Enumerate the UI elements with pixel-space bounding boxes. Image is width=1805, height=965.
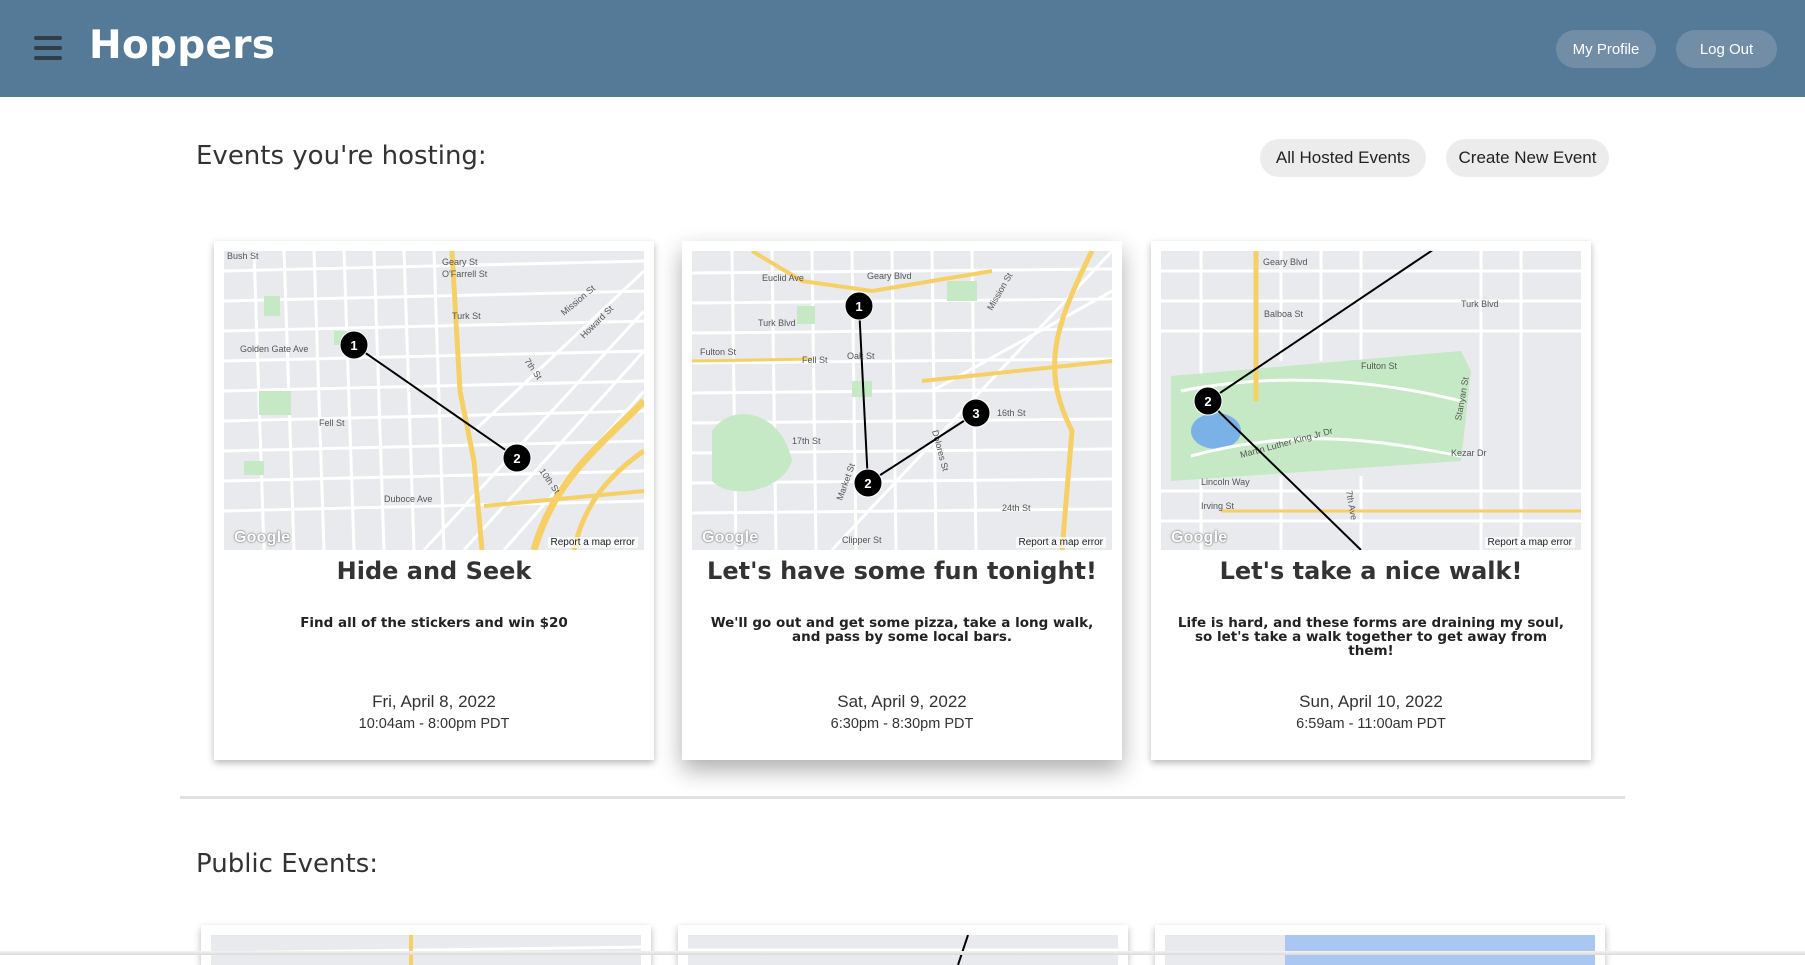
event-map[interactable]: Geary Blvd Balboa St Fulton St Turk Blvd L…	[1161, 251, 1581, 550]
event-card[interactable]: Euclid Ave Geary Blvd Turk Blvd Fulton St …	[682, 241, 1122, 760]
map-marker-label: 1	[350, 338, 357, 353]
svg-text:16th St: 16th St	[997, 408, 1026, 418]
event-map[interactable]: Bush St Geary St O'Farrell St Turk St Gold…	[224, 251, 644, 550]
event-card[interactable]: Bush St Geary St O'Farrell St Turk St Gold…	[214, 241, 654, 760]
my-profile-button[interactable]: My Profile	[1556, 30, 1656, 68]
event-time: 6:59am - 11:00am PDT	[1296, 716, 1446, 732]
svg-text:Fell St: Fell St	[802, 355, 828, 365]
report-map-error-link[interactable]: Report a map error	[547, 537, 638, 548]
svg-text:Bush St: Bush St	[227, 251, 259, 261]
event-time: 6:30pm - 8:30pm PDT	[830, 716, 974, 732]
public-event-card[interactable]	[678, 925, 1128, 965]
public-event-card[interactable]	[201, 925, 651, 965]
log-out-button[interactable]: Log Out	[1676, 30, 1777, 68]
google-logo: Google	[702, 529, 759, 546]
svg-text:Fulton St: Fulton St	[700, 347, 737, 357]
event-date: Sat, April 9, 2022	[837, 692, 967, 711]
report-map-error-link[interactable]: Report a map error	[1015, 537, 1106, 548]
event-date: Fri, April 8, 2022	[372, 692, 496, 711]
map-marker-label: 1	[855, 299, 862, 314]
svg-text:Golden Gate Ave: Golden Gate Ave	[240, 344, 308, 354]
svg-text:O'Farrell St: O'Farrell St	[442, 269, 488, 279]
event-title: Hide and Seek	[336, 557, 532, 585]
public-event-card[interactable]	[1155, 925, 1605, 965]
svg-text:Balboa St: Balboa St	[1264, 309, 1304, 319]
svg-text:17th St: 17th St	[792, 436, 821, 446]
svg-text:Turk Blvd: Turk Blvd	[1461, 299, 1499, 309]
map-marker-label: 3	[972, 406, 979, 421]
hosting-section-title: Events you're hosting:	[196, 141, 487, 171]
event-time: 10:04am - 8:00pm PDT	[358, 716, 510, 732]
svg-text:Duboce Ave: Duboce Ave	[384, 494, 432, 504]
map-marker-label: 2	[513, 451, 520, 466]
svg-text:Fell St: Fell St	[319, 418, 345, 428]
svg-text:24th St: 24th St	[1002, 503, 1031, 513]
google-logo: Google	[1171, 529, 1228, 546]
create-new-event-button[interactable]: Create New Event	[1446, 139, 1609, 177]
all-hosted-events-button[interactable]: All Hosted Events	[1260, 139, 1426, 177]
svg-text:Geary Blvd: Geary Blvd	[867, 271, 912, 281]
event-description: Life is hard, and these forms are draini…	[1177, 615, 1565, 659]
svg-text:Clipper St: Clipper St	[842, 535, 882, 545]
top-navbar: Hoppers My Profile Log Out	[0, 0, 1805, 97]
svg-text:Turk St: Turk St	[452, 311, 481, 321]
event-description: We'll go out and get some pizza, take a …	[710, 615, 1094, 645]
event-description: Find all of the stickers and win $20	[300, 615, 568, 631]
bottom-edge	[0, 951, 1805, 955]
event-title: Let's take a nice walk!	[1219, 557, 1523, 585]
event-date: Sun, April 10, 2022	[1299, 692, 1443, 711]
event-card[interactable]: Geary Blvd Balboa St Fulton St Turk Blvd L…	[1151, 241, 1591, 760]
map-marker-label: 2	[864, 476, 871, 491]
svg-text:Turk Blvd: Turk Blvd	[758, 318, 796, 328]
event-title: Let's have some fun tonight!	[707, 557, 1097, 585]
event-map[interactable]	[688, 935, 1118, 965]
hamburger-menu-icon[interactable]	[34, 36, 62, 60]
svg-text:Geary St: Geary St	[442, 257, 478, 267]
svg-text:Irving St: Irving St	[1201, 501, 1235, 511]
report-map-error-link[interactable]: Report a map error	[1484, 537, 1575, 548]
section-divider	[180, 796, 1625, 799]
svg-text:Euclid Ave: Euclid Ave	[762, 273, 804, 283]
event-map[interactable]: Euclid Ave Geary Blvd Turk Blvd Fulton St …	[692, 251, 1112, 550]
svg-text:Kezar Dr: Kezar Dr	[1451, 448, 1487, 458]
svg-text:Fulton St: Fulton St	[1361, 361, 1398, 371]
event-map[interactable]	[1165, 935, 1595, 965]
public-section-title: Public Events:	[196, 849, 378, 879]
map-marker-label: 2	[1204, 394, 1211, 409]
event-map[interactable]	[211, 935, 641, 965]
svg-text:Geary Blvd: Geary Blvd	[1263, 257, 1308, 267]
svg-text:Lincoln Way: Lincoln Way	[1201, 477, 1250, 487]
google-logo: Google	[234, 529, 291, 546]
brand-logo[interactable]: Hoppers	[89, 23, 275, 68]
